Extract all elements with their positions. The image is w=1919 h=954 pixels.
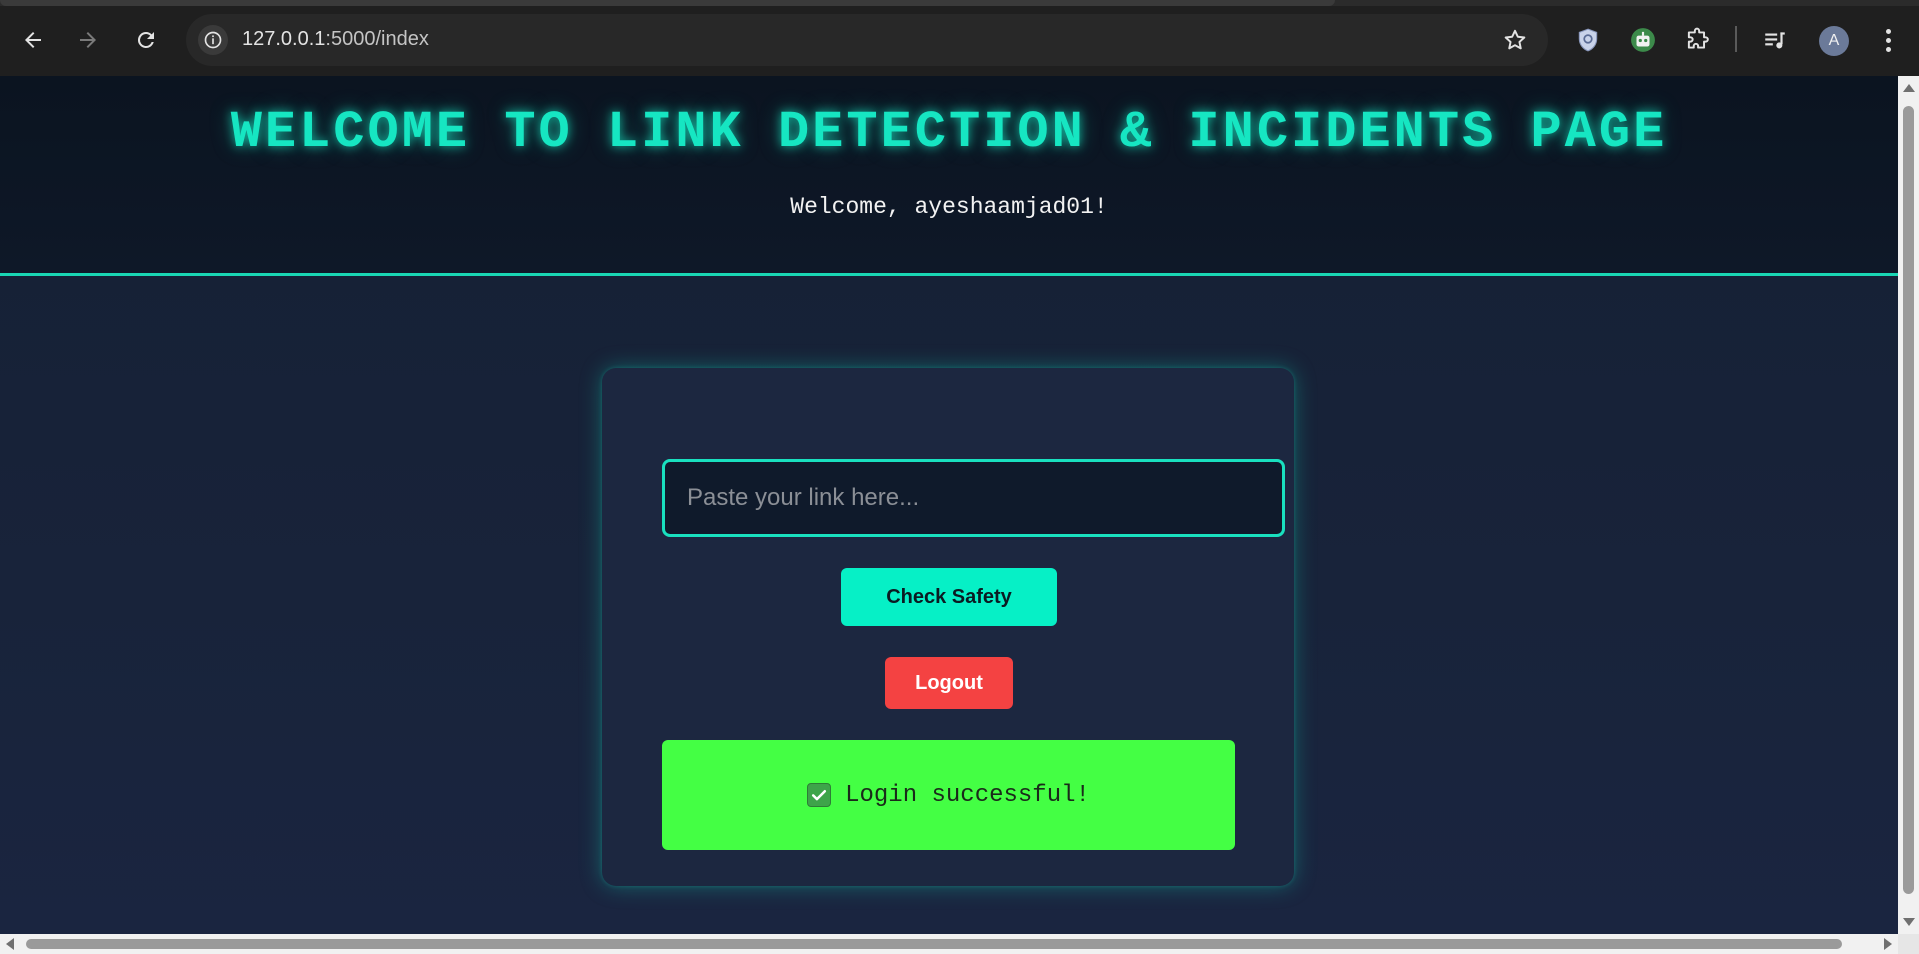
scrollbar-corner [1898,934,1919,954]
media-playlist-icon [1765,32,1785,49]
site-info-button[interactable] [198,25,228,55]
check-safety-button[interactable]: Check Safety [841,568,1057,626]
check-mark-icon [807,783,832,807]
forward-button[interactable] [68,20,108,60]
info-icon [204,31,222,49]
kebab-menu-icon[interactable] [1873,24,1903,56]
reload-icon [137,31,154,48]
shield-extension-icon [1578,28,1598,52]
scroll-left-arrow[interactable] [6,938,14,950]
shield-extension-button[interactable] [1572,24,1604,56]
scroll-down-arrow[interactable] [1903,918,1915,926]
link-input[interactable] [662,459,1285,537]
star-icon[interactable] [1502,27,1528,53]
horizontal-scroll-thumb[interactable] [26,939,1842,949]
address-bar[interactable]: 127.0.0.1:5000/index [186,14,1548,66]
url-text[interactable]: 127.0.0.1:5000/index [242,28,429,51]
url-path: :5000/index [325,28,429,50]
site-header: WELCOME TO LINK DETECTION & INCIDENTS PA… [0,76,1898,276]
tab-strip [0,0,1919,6]
arrow-left-icon [25,32,41,48]
robot-extension-button[interactable] [1627,24,1659,56]
arrow-right-icon [80,32,96,48]
reload-button[interactable] [126,20,166,60]
logout-button[interactable]: Logout [885,657,1013,709]
scroll-up-arrow[interactable] [1903,84,1915,92]
vertical-scrollbar[interactable] [1898,76,1919,934]
horizontal-scrollbar[interactable] [0,934,1898,954]
puzzle-icon [1687,27,1709,49]
link-check-card: Check Safety Logout Login successful! [602,368,1294,886]
flash-text: Login successful! [845,781,1090,809]
robot-extension-icon [1631,28,1655,52]
toolbar-divider [1735,26,1737,52]
page-viewport: WELCOME TO LINK DETECTION & INCIDENTS PA… [0,76,1898,934]
vertical-scroll-thumb[interactable] [1903,106,1914,894]
back-button[interactable] [13,20,53,60]
profile-avatar[interactable]: A [1819,26,1849,56]
browser-toolbar: 127.0.0.1:5000/index A [0,0,1919,76]
scroll-right-arrow[interactable] [1884,938,1892,950]
extensions-button[interactable] [1681,24,1713,56]
welcome-message: Welcome, ayeshaamjad01! [790,194,1108,220]
active-tab[interactable] [0,0,1335,6]
page-title: WELCOME TO LINK DETECTION & INCIDENTS PA… [230,103,1668,162]
success-flash-message: Login successful! [662,740,1235,850]
media-controls-button[interactable] [1759,24,1791,56]
url-host: 127.0.0.1 [242,28,326,50]
